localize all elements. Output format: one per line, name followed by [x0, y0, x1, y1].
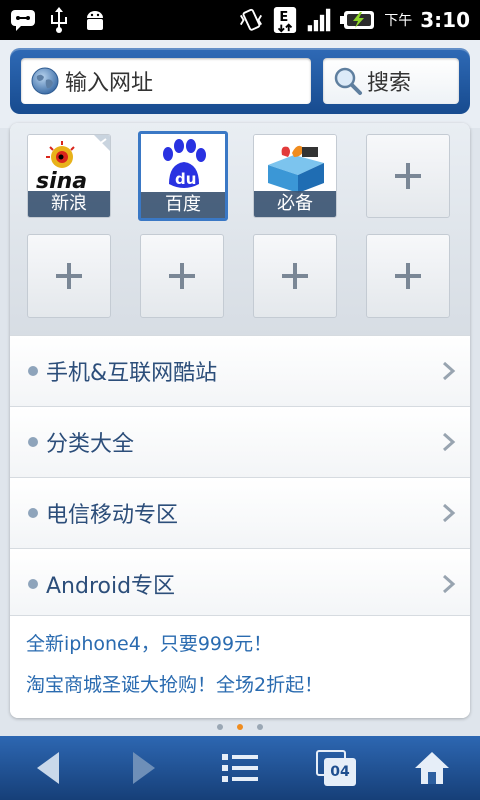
clock-time: 3:10	[420, 8, 470, 32]
battery-charging-icon	[340, 7, 376, 33]
speed-dial-add-slot[interactable]	[366, 134, 450, 218]
promo-link-iphone[interactable]: 全新iphone4，只要999元！	[26, 629, 272, 656]
signal-icon	[306, 7, 332, 33]
start-page-card: sina 新浪 du 百度 必备 手机&互联网酷站 分类大全 电信移动专区 An…	[10, 123, 470, 718]
speed-dial-baidu[interactable]: du 百度	[138, 131, 228, 221]
clock-ampm: 下午	[384, 13, 413, 29]
tabs-icon: 04	[316, 750, 356, 786]
back-arrow-icon	[37, 752, 59, 784]
search-button[interactable]: 搜索	[323, 58, 459, 104]
list-item-label: 手机&互联网酷站	[46, 361, 218, 386]
gift-box-icon	[254, 135, 336, 195]
promo-section: 全新iphone4，只要999元！ 淘宝商城圣诞大抢购！全场2折起！	[10, 615, 470, 718]
status-bar: E 下午 3:10	[0, 0, 480, 40]
bullet-icon	[28, 579, 38, 589]
home-icon	[415, 752, 449, 784]
speed-dial-add-slot[interactable]	[253, 234, 337, 318]
plus-icon	[169, 263, 195, 289]
list-item-cool-sites[interactable]: 手机&互联网酷站	[10, 335, 470, 406]
plus-icon	[395, 163, 421, 189]
globe-icon	[31, 67, 59, 95]
plus-icon	[395, 263, 421, 289]
bottom-toolbar: 04	[0, 736, 480, 800]
speed-dial-add-slot[interactable]	[366, 234, 450, 318]
bullet-icon	[28, 437, 38, 447]
bullet-icon	[28, 508, 38, 518]
page-indicator	[0, 720, 480, 734]
chevron-right-icon	[443, 361, 456, 381]
page-dot[interactable]	[257, 724, 263, 730]
plus-icon	[282, 263, 308, 289]
speed-dial-sina[interactable]: sina 新浪	[27, 134, 111, 218]
search-icon	[334, 67, 362, 95]
usb-icon	[46, 7, 72, 33]
search-label: 搜索	[367, 71, 412, 96]
list-item-categories[interactable]: 分类大全	[10, 406, 470, 477]
list-item-label: Android专区	[46, 574, 176, 599]
svg-text:E: E	[280, 10, 289, 25]
url-input[interactable]: 输入网址	[21, 58, 311, 104]
tabs-button[interactable]: 04	[288, 736, 384, 800]
sina-logo-icon: sina	[28, 135, 110, 195]
svg-text:du: du	[175, 170, 196, 188]
speed-dial-grid: sina 新浪 du 百度 必备	[10, 123, 470, 335]
page-dot-active[interactable]	[237, 724, 243, 730]
baidu-paw-icon: du	[141, 134, 225, 194]
tabs-count: 04	[324, 758, 356, 786]
url-placeholder: 输入网址	[65, 71, 154, 96]
list-item-android[interactable]: Android专区	[10, 548, 470, 619]
plus-icon	[56, 263, 82, 289]
page-dot[interactable]	[217, 724, 223, 730]
speed-dial-label: 新浪	[28, 191, 110, 217]
data-transfer-icon: E	[272, 7, 298, 33]
voicemail-icon	[10, 7, 36, 33]
bullet-icon	[28, 366, 38, 376]
address-bar: 输入网址 搜索	[10, 48, 470, 114]
android-debug-icon	[82, 7, 108, 33]
speed-dial-label: 必备	[254, 191, 336, 217]
category-list: 手机&互联网酷站 分类大全 电信移动专区 Android专区	[10, 335, 470, 619]
chevron-right-icon	[443, 503, 456, 523]
menu-button[interactable]	[192, 736, 288, 800]
speed-dial-add-slot[interactable]	[27, 234, 111, 318]
list-item-label: 分类大全	[46, 432, 135, 457]
home-button[interactable]	[384, 736, 480, 800]
forward-button[interactable]	[96, 736, 192, 800]
chevron-right-icon	[443, 574, 456, 594]
address-bar-area: 输入网址 搜索	[0, 40, 480, 128]
list-item-telecom[interactable]: 电信移动专区	[10, 477, 470, 548]
promo-link-taobao[interactable]: 淘宝商城圣诞大抢购！全场2折起！	[26, 670, 323, 697]
speed-dial-add-slot[interactable]	[140, 234, 224, 318]
speed-dial-bibei[interactable]: 必备	[253, 134, 337, 218]
menu-list-icon	[222, 754, 258, 782]
back-button[interactable]	[0, 736, 96, 800]
chevron-right-icon	[443, 432, 456, 452]
vibrate-icon	[238, 7, 264, 33]
forward-arrow-icon	[133, 752, 155, 784]
speed-dial-label: 百度	[141, 192, 225, 218]
list-item-label: 电信移动专区	[46, 503, 179, 528]
